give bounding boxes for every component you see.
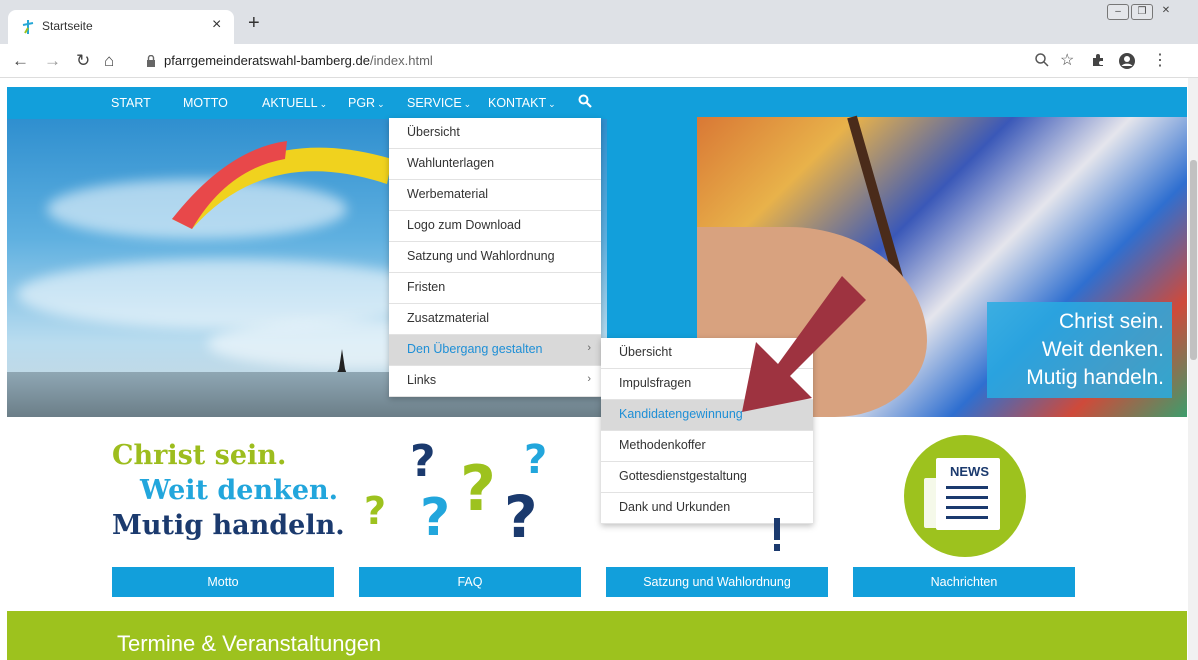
news-label: NEWS (950, 464, 989, 479)
lock-icon[interactable] (146, 55, 156, 67)
nav-start[interactable]: START (111, 96, 151, 110)
slogan-line: Mutig handeln. (112, 510, 345, 541)
service-menu-item[interactable]: Übersicht (389, 118, 601, 149)
service-menu-item[interactable]: Zusatzmaterial (389, 304, 601, 335)
submenu-item[interactable]: Methodenkoffer (601, 431, 813, 462)
service-menu-item-links[interactable]: Links › (389, 366, 601, 397)
nav-label: AKTUELL (262, 96, 318, 110)
service-menu-item[interactable]: Wahlunterlagen (389, 149, 601, 180)
menu-item-label: Den Übergang gestalten (407, 342, 543, 356)
service-dropdown: Übersicht Wahlunterlagen Werbematerial L… (389, 118, 601, 397)
nav-motto[interactable]: MOTTO (183, 96, 228, 110)
faq-button[interactable]: FAQ (359, 567, 581, 597)
events-section: Termine & Veranstaltungen (7, 611, 1187, 660)
motto-button[interactable]: Motto (112, 567, 334, 597)
submenu-item[interactable]: Übersicht (601, 338, 813, 369)
minimize-icon[interactable]: – (1107, 4, 1129, 20)
chevron-down-icon: ⌄ (377, 99, 385, 109)
submenu-item[interactable]: Impulsfragen (601, 369, 813, 400)
nachrichten-button[interactable]: Nachrichten (853, 567, 1075, 597)
hero-slogan-line: Mutig handeln. (1026, 366, 1164, 389)
nav-label: SERVICE (407, 96, 462, 110)
chevron-right-icon: › (587, 373, 591, 385)
nav-label: MOTTO (183, 96, 228, 110)
star-icon[interactable]: ☆ (1060, 52, 1074, 70)
events-heading: Termine & Veranstaltungen (117, 631, 382, 656)
news-paper-fold (924, 478, 936, 528)
url-field[interactable]: pfarrgemeinderatswahl-bamberg.de/index.h… (164, 53, 433, 68)
close-window-icon[interactable]: ✕ (1155, 4, 1177, 20)
menu-icon[interactable]: ⋮ (1152, 52, 1168, 70)
url-domain: pfarrgemeinderatswahl-bamberg.de (164, 53, 370, 68)
submenu-item-kandidatengewinnung[interactable]: Kandidatengewinnung (601, 400, 813, 431)
nav-label: PGR (348, 96, 376, 110)
nav-label: KONTAKT (488, 96, 547, 110)
main-navigation: START MOTTO AKTUELL ⌄ PGR ⌄ SERVICE ⌄ KONTA… (7, 87, 1187, 119)
menu-item-label: Links (407, 373, 437, 387)
service-menu-item[interactable]: Satzung und Wahlordnung (389, 242, 601, 273)
service-menu-item[interactable]: Werbematerial (389, 180, 601, 211)
chevron-right-icon: › (587, 342, 591, 354)
service-menu-item[interactable]: Logo zum Download (389, 211, 601, 242)
tab-title: Startseite (42, 19, 93, 33)
service-menu-item[interactable]: Fristen (389, 273, 601, 304)
slogan-line: Weit denken. (140, 475, 339, 506)
uebergang-submenu: Übersicht Impulsfragen Kandidatengewinnu… (601, 338, 813, 524)
service-menu-item-uebergang[interactable]: Den Übergang gestalten › (389, 335, 601, 366)
profile-icon[interactable] (1118, 52, 1136, 70)
back-icon[interactable]: ← (12, 52, 29, 70)
satzung-button[interactable]: Satzung und Wahlordnung (606, 567, 828, 597)
nav-label: START (111, 96, 151, 110)
chevron-down-icon: ⌄ (463, 99, 472, 109)
close-tab-icon[interactable]: × (212, 16, 221, 34)
nav-aktuell[interactable]: AKTUELL ⌄ (262, 96, 327, 110)
scrollbar-thumb[interactable] (1190, 160, 1197, 360)
browser-tab-bar: Startseite × + – ❐ ✕ (0, 0, 1198, 44)
nav-service[interactable]: SERVICE ⌄ (407, 96, 471, 110)
chevron-down-icon: ⌄ (548, 99, 556, 109)
chevron-down-icon: ⌄ (319, 99, 328, 109)
restore-icon[interactable]: ❐ (1131, 4, 1153, 20)
exclamation-icon (774, 518, 780, 551)
slogan-line: Christ sein. (112, 440, 287, 471)
reload-icon[interactable]: ↻ (76, 52, 90, 70)
nav-kontakt[interactable]: KONTAKT ⌄ (488, 96, 556, 110)
search-icon[interactable] (578, 94, 592, 108)
new-tab-icon[interactable]: + (248, 13, 260, 33)
hero-slogan-line: Weit denken. (1041, 338, 1164, 361)
hero-slogan-line: Christ sein. (1058, 310, 1164, 333)
extensions-icon[interactable] (1090, 52, 1106, 68)
motto-slogan[interactable]: Christ sein. Weit denken. Mutig handeln. (112, 438, 345, 543)
submenu-item[interactable]: Gottesdienstgestaltung (601, 462, 813, 493)
address-bar: ← → ↻ ⌂ pfarrgemeinderatswahl-bamberg.de… (0, 44, 1198, 78)
zoom-icon[interactable] (1034, 52, 1050, 68)
home-icon[interactable]: ⌂ (104, 52, 114, 70)
hero-slogan: Christ sein. Weit denken. Mutig handeln. (987, 302, 1172, 398)
nav-pgr[interactable]: PGR ⌄ (348, 96, 385, 110)
forward-icon[interactable]: → (44, 52, 61, 70)
url-path: /index.html (369, 53, 433, 68)
browser-tab[interactable]: Startseite × (8, 10, 234, 44)
news-paper: NEWS (936, 458, 1000, 530)
cross-favicon-icon (22, 20, 34, 34)
